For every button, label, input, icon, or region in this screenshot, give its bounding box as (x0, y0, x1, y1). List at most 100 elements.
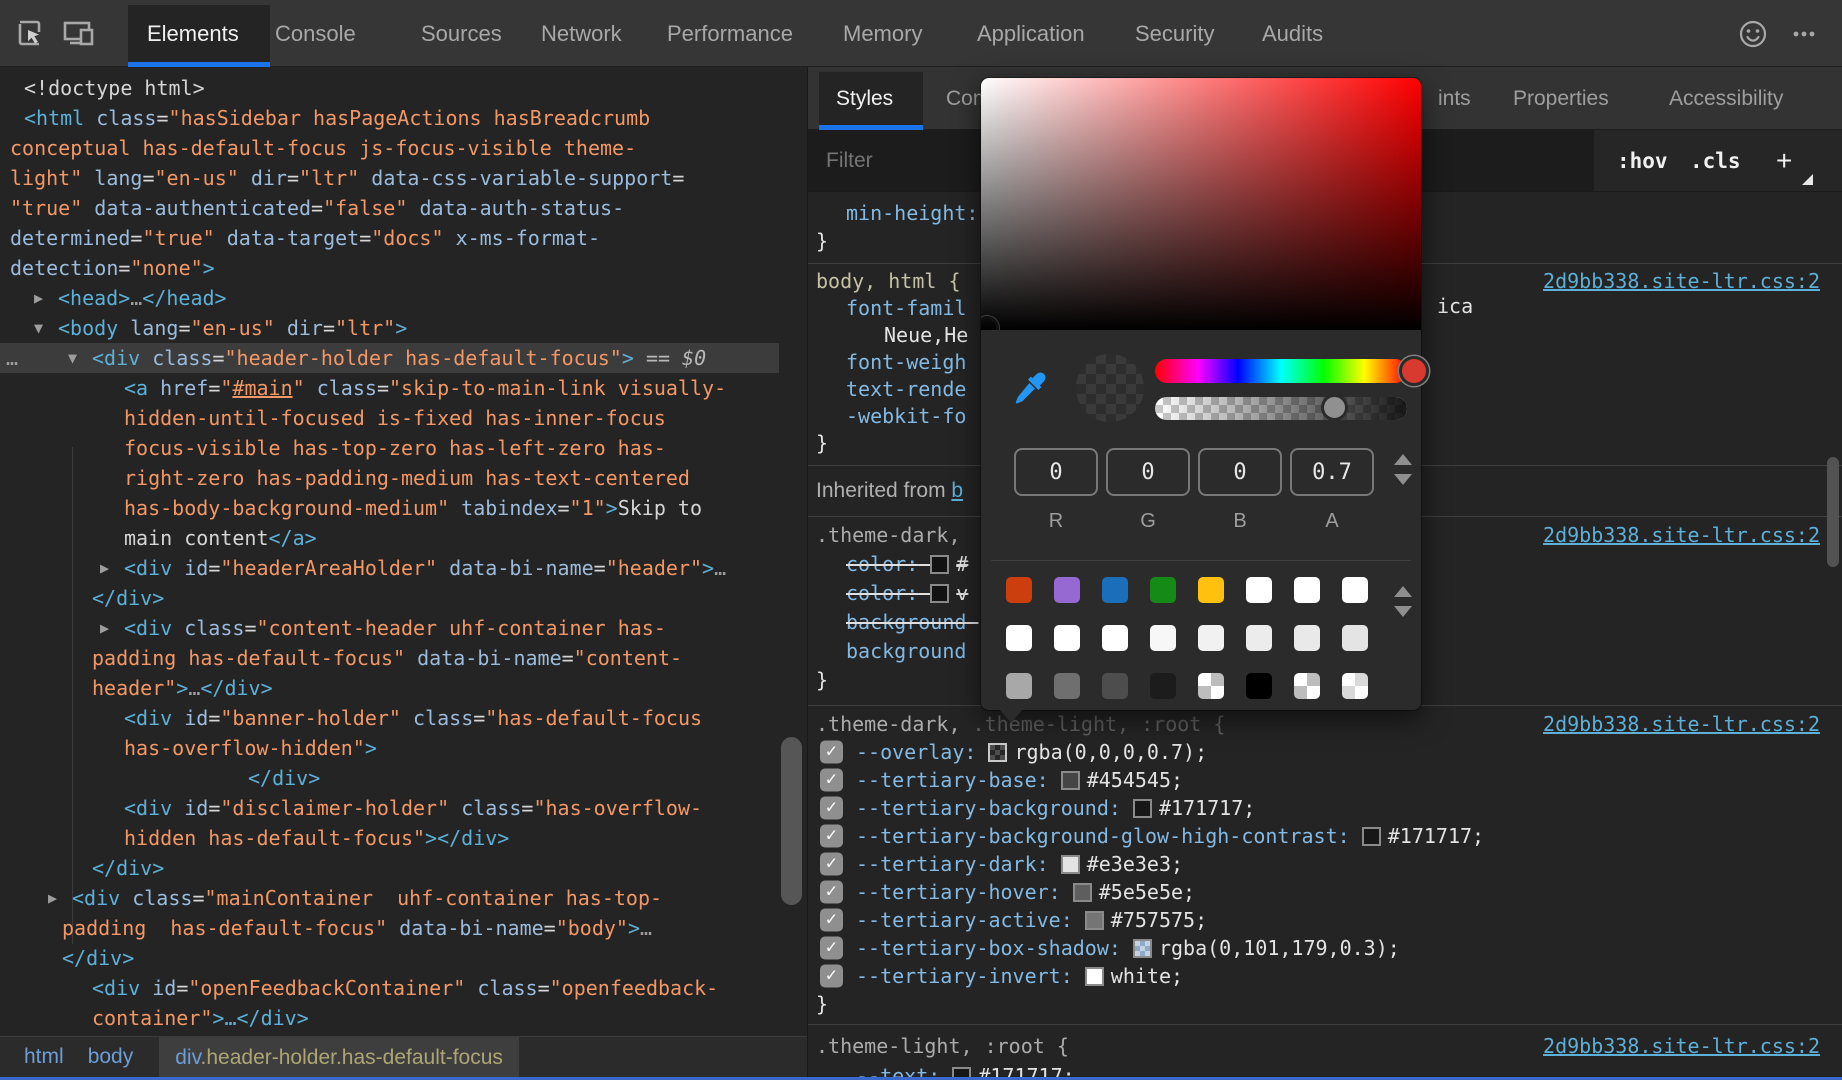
elements-scrollbar-thumb[interactable] (781, 737, 802, 905)
dom-tree-line[interactable]: ▶<head>…</head> (0, 283, 779, 313)
expand-arrow-icon[interactable]: ▶ (100, 553, 109, 583)
dom-tree-line[interactable]: header">…</div> (0, 673, 779, 703)
tab-accessibility[interactable]: Accessibility (1669, 67, 1783, 130)
format-switcher-up-icon[interactable] (1394, 454, 1412, 465)
collapse-arrow-icon[interactable]: ▼ (34, 313, 43, 343)
hue-slider-handle[interactable] (1399, 356, 1429, 386)
tab-audits[interactable]: Audits (1262, 0, 1323, 67)
hue-slider[interactable] (1155, 359, 1407, 383)
element-classes-toggle[interactable]: .cls (1690, 130, 1741, 192)
dom-tree-line[interactable]: determined="true" data-target="docs" x-m… (0, 223, 779, 253)
css-color-swatch[interactable] (1133, 799, 1152, 818)
palette-swatch[interactable] (1246, 673, 1272, 699)
palette-swatch[interactable] (1294, 673, 1320, 699)
dom-tree-line[interactable]: has-overflow-hidden"> (0, 733, 779, 763)
tab-dom-breakpoints-partial[interactable]: ints (1438, 67, 1471, 130)
dom-tree-line[interactable]: </div> (0, 853, 779, 883)
breadcrumb-item-body[interactable]: body (88, 1045, 134, 1069)
css-color-swatch[interactable] (988, 743, 1007, 762)
eyedropper-button[interactable] (1008, 368, 1050, 410)
css-color-swatch[interactable] (952, 1067, 971, 1077)
dom-tree-line[interactable]: detection="none"> (0, 253, 779, 283)
dom-tree-line[interactable]: <a href="#main" class="skip-to-main-link… (0, 373, 779, 403)
palette-swatch[interactable] (1294, 625, 1320, 651)
dom-tree-line[interactable]: container">…</div> (0, 1003, 779, 1033)
dom-tree-line[interactable]: ▼<body lang="en-us" dir="ltr"> (0, 313, 779, 343)
dom-tree-line[interactable]: </div> (0, 943, 779, 973)
more-actions-icon[interactable]: … (6, 343, 18, 373)
palette-swatch[interactable] (1198, 625, 1224, 651)
stylesheet-link[interactable]: 2d9bb338.site-ltr.css:2 (1543, 710, 1820, 738)
css-color-swatch[interactable] (1362, 827, 1381, 846)
tab-styles[interactable]: Styles (836, 67, 893, 130)
property-enabled-checkbox[interactable]: ✓ (820, 937, 843, 960)
dom-tree-line[interactable]: light" lang="en-us" dir="ltr" data-css-v… (0, 163, 779, 193)
tab-network[interactable]: Network (541, 0, 622, 67)
collapse-arrow-icon[interactable]: ▼ (68, 343, 77, 373)
palette-swatch[interactable] (1150, 625, 1176, 651)
palette-swatch[interactable] (1246, 577, 1272, 603)
blue-input[interactable] (1198, 448, 1282, 496)
palette-swatch[interactable] (1342, 577, 1368, 603)
overflow-menu-icon[interactable] (1782, 0, 1826, 67)
dom-tree-line[interactable]: right-zero has-padding-medium has-text-c… (0, 463, 779, 493)
dom-tree-line[interactable]: ▶<div class="mainContainer uhf-container… (0, 883, 779, 913)
palette-swatch[interactable] (1198, 577, 1224, 603)
red-input[interactable] (1014, 448, 1098, 496)
palette-swatch[interactable] (1054, 625, 1080, 651)
dom-tree-line[interactable]: main content</a> (0, 523, 779, 553)
palette-switcher-up-icon[interactable] (1394, 586, 1412, 597)
palette-swatch[interactable] (1102, 625, 1128, 651)
property-enabled-checkbox[interactable]: ✓ (820, 769, 843, 792)
elements-dom-tree[interactable]: <!doctype html><html class="hasSidebar h… (0, 67, 779, 1036)
stylesheet-link[interactable]: 2d9bb338.site-ltr.css:2 (1543, 268, 1820, 295)
css-color-swatch[interactable] (1085, 911, 1104, 930)
expand-arrow-icon[interactable]: ▶ (34, 283, 43, 313)
palette-swatch[interactable] (1150, 673, 1176, 699)
alpha-input[interactable] (1290, 448, 1374, 496)
palette-swatch[interactable] (1006, 577, 1032, 603)
dom-tree-line[interactable]: </div> (0, 763, 779, 793)
new-style-rule-button[interactable]: + (1776, 130, 1792, 192)
inherited-node-link[interactable]: b (951, 479, 963, 502)
palette-swatch[interactable] (1246, 625, 1272, 651)
smiley-feedback-icon[interactable] (1731, 0, 1775, 67)
dom-tree-line[interactable]: conceptual has-default-focus js-focus-vi… (0, 133, 779, 163)
palette-swatch[interactable] (1342, 673, 1368, 699)
dom-tree-line[interactable]: <div id="openFeedbackContainer" class="o… (0, 973, 779, 1003)
dom-tree-line-selected[interactable]: …▼<div class="header-holder has-default-… (0, 343, 779, 373)
dom-tree-line[interactable]: ▶<div id="headerAreaHolder" data-bi-name… (0, 553, 779, 583)
styles-scrollbar-thumb[interactable] (1827, 457, 1839, 567)
format-switcher-down-icon[interactable] (1394, 474, 1412, 485)
dom-tree-line[interactable]: "true" data-authenticated="false" data-a… (0, 193, 779, 223)
new-rule-dropdown-corner[interactable] (1802, 174, 1813, 185)
css-color-swatch[interactable] (1085, 967, 1104, 986)
expand-arrow-icon[interactable]: ▶ (100, 613, 109, 643)
tab-performance[interactable]: Performance (667, 0, 793, 67)
pseudo-state-toggle[interactable]: :hov (1617, 130, 1668, 192)
css-color-swatch[interactable] (930, 555, 949, 574)
dom-tree-line[interactable]: </div> (0, 583, 779, 613)
tab-application[interactable]: Application (977, 0, 1085, 67)
tab-sources[interactable]: Sources (421, 0, 502, 67)
property-enabled-checkbox[interactable]: ✓ (820, 881, 843, 904)
css-color-swatch[interactable] (1133, 939, 1152, 958)
palette-swatch[interactable] (1054, 673, 1080, 699)
dom-tree-line[interactable]: <div id="disclaimer-holder" class="has-o… (0, 793, 779, 823)
css-color-swatch[interactable] (1073, 883, 1092, 902)
expand-arrow-icon[interactable]: ▶ (48, 883, 57, 913)
property-enabled-checkbox[interactable]: ✓ (820, 825, 843, 848)
property-enabled-checkbox[interactable]: ✓ (820, 797, 843, 820)
device-toolbar-icon[interactable] (56, 0, 100, 67)
css-color-swatch[interactable] (1061, 855, 1080, 874)
palette-swatch[interactable] (1054, 577, 1080, 603)
dom-tree-line[interactable]: ▶<div class="content-header uhf-containe… (0, 613, 779, 643)
palette-swatch[interactable] (1006, 625, 1032, 651)
tab-properties[interactable]: Properties (1513, 67, 1609, 130)
saturation-brightness-gradient[interactable] (981, 78, 1421, 330)
dom-tree-line[interactable]: hidden-until-focused is-fixed has-inner-… (0, 403, 779, 433)
breadcrumb-item-selected[interactable]: div.header-holder.has-default-focus (159, 1037, 519, 1078)
alpha-slider-handle[interactable] (1321, 394, 1348, 421)
inspect-element-icon[interactable] (8, 0, 52, 67)
css-color-swatch[interactable] (1061, 771, 1080, 790)
